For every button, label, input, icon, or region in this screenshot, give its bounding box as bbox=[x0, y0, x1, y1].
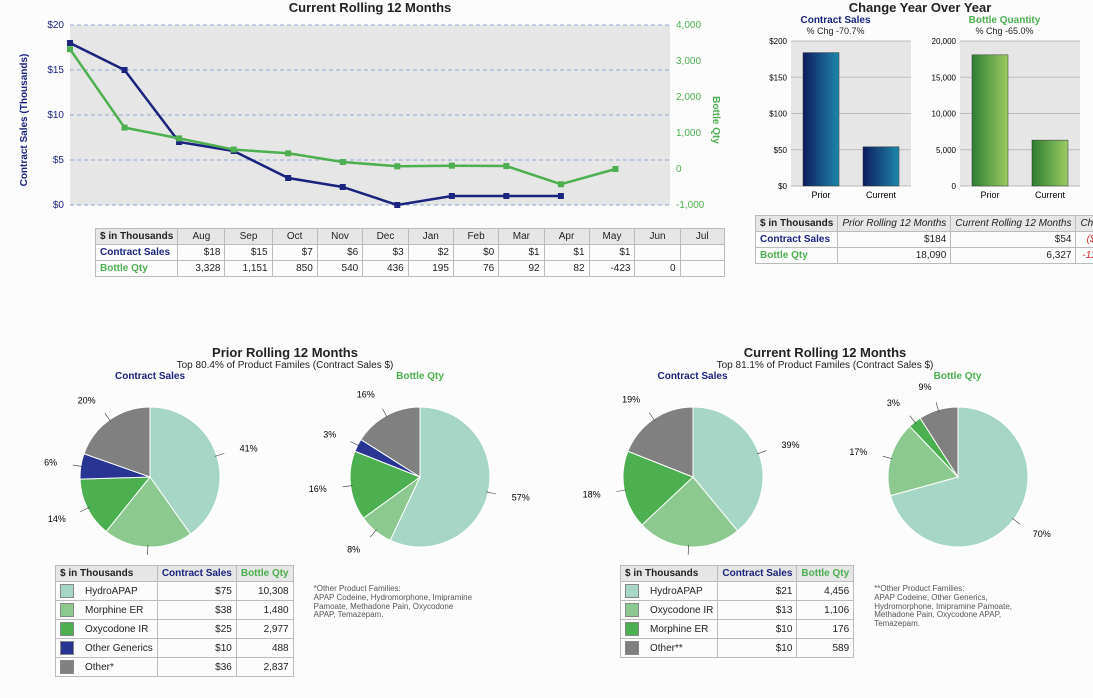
rolling-12-chart: $0 $5 $10 $15 $20 -1,000 0 1,000 2,000 3,000 4,000… bbox=[15, 15, 725, 225]
svg-text:0: 0 bbox=[951, 182, 956, 191]
svg-text:39%: 39% bbox=[781, 440, 799, 450]
svg-text:$100: $100 bbox=[769, 110, 787, 119]
svg-text:1,000: 1,000 bbox=[676, 128, 701, 139]
svg-text:4,000: 4,000 bbox=[676, 20, 701, 31]
yoy-sales-title: Contract Sales bbox=[755, 15, 916, 26]
svg-text:5,000: 5,000 bbox=[935, 146, 956, 155]
prior-title: Prior Rolling 12 Months bbox=[15, 345, 555, 360]
svg-text:Current: Current bbox=[1034, 190, 1065, 200]
svg-text:$15: $15 bbox=[47, 65, 64, 76]
yoy-sales-bar: $0 $50 $100 $150 $200 Prior Current bbox=[756, 36, 916, 206]
svg-text:18%: 18% bbox=[582, 490, 600, 500]
prior-sub: Top 80.4% of Product Familes (Contract S… bbox=[15, 360, 555, 371]
svg-text:70%: 70% bbox=[1032, 529, 1050, 539]
svg-text:$0: $0 bbox=[53, 200, 65, 211]
svg-text:Prior: Prior bbox=[811, 190, 830, 200]
yoy-qty-sub: % Chg -65.0% bbox=[924, 26, 1085, 36]
current-table: $ in ThousandsContract SalesBottle QtyHy… bbox=[620, 565, 854, 658]
svg-text:17%: 17% bbox=[849, 447, 867, 457]
svg-text:$50: $50 bbox=[773, 146, 787, 155]
svg-text:3%: 3% bbox=[886, 398, 899, 408]
svg-text:10,000: 10,000 bbox=[931, 110, 956, 119]
svg-text:$200: $200 bbox=[769, 37, 787, 46]
prior-table: $ in ThousandsContract SalesBottle QtyHy… bbox=[55, 565, 294, 677]
svg-text:14%: 14% bbox=[48, 514, 66, 524]
svg-text:$5: $5 bbox=[53, 155, 65, 166]
yoy-table: $ in ThousandsPrior Rolling 12 MonthsCur… bbox=[755, 215, 1093, 264]
current-qty-pie-title: Bottle Qty bbox=[825, 371, 1090, 382]
current-qty-pie: 70% 17% 3% 9% bbox=[828, 382, 1088, 562]
svg-text:-1,000: -1,000 bbox=[676, 200, 705, 211]
svg-text:$10: $10 bbox=[47, 110, 64, 121]
svg-text:41%: 41% bbox=[240, 444, 258, 454]
current-footnote: **Other Product Families: APAP Codeine, … bbox=[874, 585, 1034, 629]
rolling-12-table: $ in ThousandsAugSepOctNovDecJanFebMarAp… bbox=[95, 228, 725, 277]
svg-text:Contract Sales (Thousands): Contract Sales (Thousands) bbox=[19, 54, 30, 187]
yoy-title: Change Year Over Year bbox=[755, 0, 1085, 15]
prior-qty-pie: 57% 8% 16% 3% 16% bbox=[290, 382, 550, 562]
yoy-qty-bar: 0 5,000 10,000 15,000 20,000 Prior Current bbox=[925, 36, 1085, 206]
svg-text:16%: 16% bbox=[357, 390, 375, 400]
svg-text:15,000: 15,000 bbox=[931, 73, 956, 82]
svg-text:20,000: 20,000 bbox=[931, 37, 956, 46]
svg-text:20%: 20% bbox=[78, 395, 96, 405]
current-sub: Top 81.1% of Product Familes (Contract S… bbox=[560, 360, 1090, 371]
svg-text:8%: 8% bbox=[347, 544, 360, 554]
prior-sales-pie-title: Contract Sales bbox=[15, 371, 285, 382]
svg-text:$150: $150 bbox=[769, 73, 787, 82]
svg-text:0: 0 bbox=[676, 164, 682, 175]
yoy-sales-sub: % Chg -70.7% bbox=[755, 26, 916, 36]
current-sales-pie-title: Contract Sales bbox=[560, 371, 825, 382]
svg-text:9%: 9% bbox=[918, 382, 931, 392]
svg-text:57%: 57% bbox=[512, 493, 530, 503]
svg-text:Bottle Qty: Bottle Qty bbox=[710, 96, 721, 144]
svg-text:3%: 3% bbox=[323, 429, 336, 439]
svg-text:6%: 6% bbox=[44, 458, 57, 468]
svg-text:19%: 19% bbox=[622, 394, 640, 404]
prior-sales-pie: 41%21%14%6%20% bbox=[20, 382, 280, 562]
svg-text:3,000: 3,000 bbox=[676, 56, 701, 67]
svg-text:2,000: 2,000 bbox=[676, 92, 701, 103]
current-sales-pie: 39%24%18%19% bbox=[563, 382, 823, 562]
svg-text:$0: $0 bbox=[778, 182, 787, 191]
svg-text:Current: Current bbox=[865, 190, 896, 200]
rolling-12-title: Current Rolling 12 Months bbox=[15, 0, 725, 15]
prior-qty-pie-title: Bottle Qty bbox=[285, 371, 555, 382]
svg-text:$20: $20 bbox=[47, 20, 64, 31]
current-title: Current Rolling 12 Months bbox=[560, 345, 1090, 360]
svg-text:Prior: Prior bbox=[980, 190, 999, 200]
svg-text:16%: 16% bbox=[309, 484, 327, 494]
yoy-qty-title: Bottle Quantity bbox=[924, 15, 1085, 26]
prior-footnote: *Other Product Families: APAP Codeine, H… bbox=[314, 585, 474, 620]
